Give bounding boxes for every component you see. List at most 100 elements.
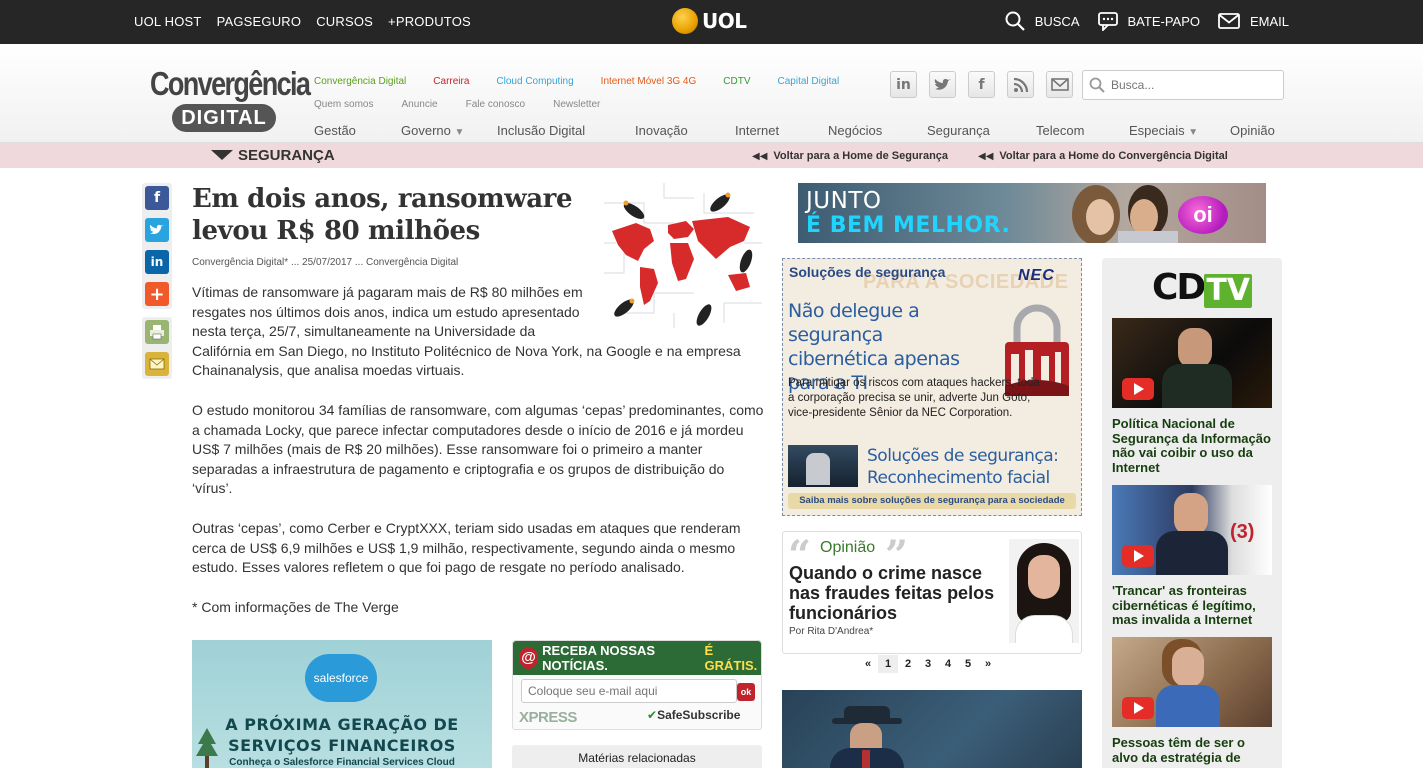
channel-internet-movel[interactable]: Internet Móvel 3G 4G — [601, 76, 697, 87]
article-paragraph: * Com informações de The Verge — [192, 598, 399, 615]
video-thumbnail[interactable]: (3) — [1112, 485, 1272, 575]
pager-next[interactable]: » — [978, 655, 998, 673]
related-articles-header: Matérias relacionadas — [512, 745, 762, 768]
link-pagseguro[interactable]: PAGSEGURO — [217, 14, 302, 29]
play-icon — [1122, 378, 1154, 400]
chat-icon — [1097, 12, 1118, 31]
plus-icon[interactable]: + — [145, 282, 169, 306]
channel-convergencia-digital[interactable]: Convergência Digital — [314, 76, 406, 87]
busca-link[interactable]: BUSCA — [1005, 11, 1080, 31]
box-more-link[interactable]: Saiba mais sobre soluções de segurança p… — [788, 493, 1076, 509]
nav-internet[interactable]: Internet — [735, 123, 828, 138]
search-box — [1082, 70, 1284, 100]
batepapo-link[interactable]: BATE-PAPO — [1097, 11, 1200, 31]
link-anuncie[interactable]: Anuncie — [401, 99, 437, 110]
pager-page-3[interactable]: 3 — [918, 655, 938, 673]
share-group-tools — [142, 317, 172, 379]
nav-inovacao[interactable]: Inovação — [635, 123, 735, 138]
nav-negocios[interactable]: Negócios — [828, 123, 927, 138]
email-link[interactable]: EMAIL — [1218, 12, 1289, 30]
section-title: SEGURANÇA — [238, 147, 335, 164]
channel-cloud-computing[interactable]: Cloud Computing — [496, 76, 573, 87]
bottom-image-ad[interactable] — [782, 690, 1082, 768]
chevron-down-icon: ▼ — [1188, 127, 1199, 138]
print-icon[interactable] — [145, 320, 169, 344]
mail-icon[interactable] — [1046, 71, 1073, 98]
oi-banner-ad[interactable]: JUNTO É BEM MELHOR. oi — [798, 183, 1266, 243]
opiniao-title[interactable]: Quando o crime nasce nas fraudes feitas … — [789, 563, 1009, 623]
social-links: in f — [890, 71, 1073, 98]
twitter-icon[interactable] — [145, 218, 169, 242]
box-subheadline[interactable]: Soluções de segurança: Reconhecimento fa… — [867, 445, 1067, 489]
rss-icon[interactable] — [1007, 71, 1034, 98]
uol-right-links: BUSCA BATE-PAPO EMAIL — [1005, 11, 1289, 31]
email-icon[interactable] — [145, 352, 169, 376]
video-title[interactable]: Pessoas têm de ser o alvo da estratégia … — [1112, 735, 1274, 765]
facebook-icon[interactable]: f — [145, 186, 169, 210]
uol-logo[interactable]: UOL — [672, 8, 747, 34]
search-icon — [1005, 11, 1025, 31]
at-icon: @ — [519, 647, 539, 669]
newsletter-header: @ RECEBA NOSSAS NOTÍCIAS. É GRÁTIS. — [513, 641, 761, 675]
share-group-social: f in + — [142, 183, 172, 309]
author-photo — [1009, 539, 1079, 643]
nav-inclusao-digital[interactable]: Inclusão Digital — [497, 123, 635, 138]
link-produtos[interactable]: +PRODUTOS — [388, 14, 471, 29]
salesforce-ad[interactable]: salesforce A PRÓXIMA GERAÇÃO DE SERVIÇOS… — [192, 640, 492, 768]
channel-carreira[interactable]: Carreira — [433, 76, 469, 87]
double-chevron-left-icon: ◀◀ — [752, 150, 768, 162]
pager-prev[interactable]: « — [858, 655, 878, 673]
newsletter-email-input[interactable] — [521, 679, 737, 703]
video-title[interactable]: Política Nacional de Segurança da Inform… — [1112, 416, 1274, 475]
nav-governo[interactable]: Governo ▼ — [401, 123, 497, 138]
article-paragraph: Califórnia em San Diego, no Instituto Po… — [192, 342, 741, 379]
link-uol-host[interactable]: UOL HOST — [134, 14, 202, 29]
pager-page-5[interactable]: 5 — [958, 655, 978, 673]
channel-capital-digital[interactable]: Capital Digital — [778, 76, 840, 87]
pager-page-4[interactable]: 4 — [938, 655, 958, 673]
search-input[interactable] — [1111, 78, 1271, 92]
nec-logo: NEC — [1018, 267, 1055, 284]
article-title: Em dois anos, ransomware levou R$ 80 mil… — [192, 184, 573, 246]
opiniao-box[interactable]: “ Opinião ” Quando o crime nasce nas fra… — [782, 531, 1082, 654]
cdtv-logo[interactable]: CD TV — [1152, 266, 1252, 308]
search-icon[interactable] — [1089, 77, 1105, 93]
linkedin-icon[interactable]: in — [145, 250, 169, 274]
pager-page-2[interactable]: 2 — [898, 655, 918, 673]
newsletter-ok-button[interactable]: ok — [737, 683, 755, 701]
channel-cdtv[interactable]: CDTV — [723, 76, 750, 87]
safesubscribe-badge: ✔SafeSubscribe — [647, 708, 741, 722]
link-newsletter[interactable]: Newsletter — [553, 99, 600, 110]
newsletter-box: @ RECEBA NOSSAS NOTÍCIAS. É GRÁTIS. ok X… — [512, 640, 762, 730]
nav-seguranca[interactable]: Segurança — [927, 123, 1036, 138]
utility-nav: Quem somos Anuncie Fale conosco Newslett… — [314, 99, 628, 110]
cdtv-panel: CD TV Política Nacional de Segurança da … — [1102, 258, 1282, 768]
nec-sponsored-box[interactable]: PARA A SOCIEDADE Soluções de segurança N… — [782, 258, 1082, 516]
link-fale-conosco[interactable]: Fale conosco — [466, 99, 525, 110]
back-to-section-home[interactable]: ◀◀ Voltar para a Home de Segurança — [752, 150, 948, 162]
video-thumbnail[interactable] — [1112, 318, 1272, 408]
facial-recognition-thumbnail[interactable] — [788, 445, 858, 487]
box-body: Para mitigar os riscos com ataques hacke… — [788, 377, 1040, 419]
back-to-site-home[interactable]: ◀◀ Voltar para a Home do Convergência Di… — [978, 150, 1228, 162]
article-paragraph: O estudo monitorou 34 famílias de ransom… — [192, 401, 764, 497]
convergencia-digital-logo[interactable]: Convergência DIGITAL — [150, 67, 311, 134]
site-header: Convergência DIGITAL Convergência Digita… — [0, 44, 1423, 143]
ad-headline: A PRÓXIMA GERAÇÃO DE SERVIÇOS FINANCEIRO… — [225, 715, 459, 755]
linkedin-icon[interactable]: in — [890, 71, 917, 98]
pager-page-1[interactable]: 1 — [878, 655, 898, 673]
video-thumbnail[interactable] — [1112, 637, 1272, 727]
link-cursos[interactable]: CURSOS — [316, 14, 373, 29]
nav-gestao[interactable]: Gestão — [314, 123, 401, 138]
salesforce-logo: salesforce — [305, 654, 377, 702]
link-quem-somos[interactable]: Quem somos — [314, 99, 373, 110]
tree-icon — [196, 728, 218, 768]
couple-photo — [1072, 185, 1178, 243]
nav-opiniao[interactable]: Opinião — [1230, 123, 1275, 138]
video-title[interactable]: 'Trancar' as fronteiras cibernéticas é l… — [1112, 583, 1274, 628]
nav-especiais[interactable]: Especiais ▼ — [1129, 123, 1230, 138]
facebook-icon[interactable]: f — [968, 71, 995, 98]
opiniao-pager: « 1 2 3 4 5 » — [858, 655, 998, 673]
nav-telecom[interactable]: Telecom — [1036, 123, 1129, 138]
twitter-icon[interactable] — [929, 71, 956, 98]
